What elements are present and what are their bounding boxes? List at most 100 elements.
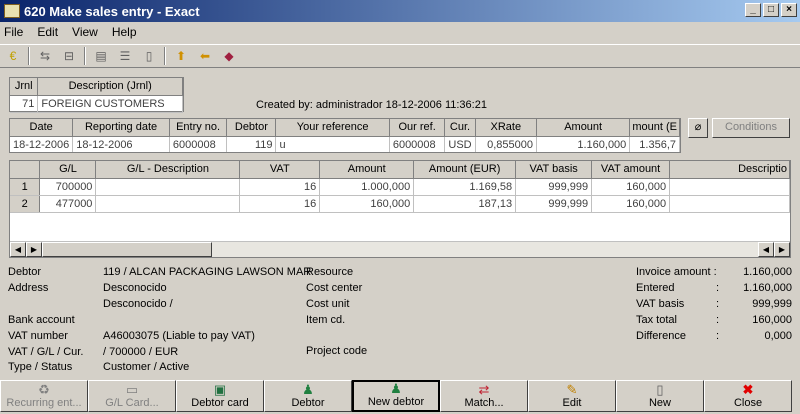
- scroll-step-icon[interactable]: ▶: [26, 242, 42, 257]
- table-row[interactable]: 1 700000 16 1.000,000 1.169,58 999,999 1…: [10, 178, 790, 196]
- debtor-label: Debtor: [8, 266, 42, 278]
- edit-button[interactable]: ✎ Edit: [528, 380, 616, 412]
- debtor-value: 119 / ALCAN PACKAGING LAWSON MAR: [103, 266, 312, 278]
- entry-currency[interactable]: USD: [444, 136, 476, 152]
- button-label: G/L Card...: [105, 397, 159, 409]
- conditions-button[interactable]: Conditions: [712, 118, 790, 138]
- scrollbar-thumb[interactable]: [42, 242, 212, 257]
- line-vat-amount[interactable]: 160,000: [591, 178, 671, 196]
- journal-number[interactable]: 71: [10, 95, 39, 113]
- line-vat-basis[interactable]: 999,999: [515, 195, 593, 213]
- entry-header: Reporting date: [72, 119, 170, 137]
- line-description[interactable]: [669, 178, 790, 196]
- close-window-button[interactable]: ×: [781, 3, 797, 17]
- resource-label: Resource: [306, 266, 354, 278]
- menu-bar: File Edit View Help: [0, 22, 800, 42]
- line-description[interactable]: [669, 195, 790, 213]
- cost-unit-label: Cost unit: [306, 298, 350, 310]
- close-icon: ✖: [742, 382, 754, 397]
- recurring-icon: ♻: [38, 382, 50, 397]
- entry-header: Your reference: [275, 119, 390, 137]
- line-vat[interactable]: 16: [239, 178, 321, 196]
- entry-header: Debtor: [226, 119, 277, 137]
- line-gl[interactable]: 477000: [39, 195, 97, 213]
- entry-date[interactable]: 18-12-2006: [10, 136, 74, 152]
- button-label: Match...: [464, 397, 504, 409]
- transfer-icon[interactable]: ⇆: [36, 47, 54, 65]
- line-amount[interactable]: 1.000,000: [319, 178, 415, 196]
- address-value-2: Desconocido /: [103, 298, 173, 310]
- type-status-value: Customer / Active: [103, 361, 190, 373]
- line-vat-basis[interactable]: 999,999: [515, 178, 593, 196]
- recurring-entries-button[interactable]: ♻ Recurring ent...: [0, 380, 88, 412]
- list-icon[interactable]: ☰: [116, 47, 134, 65]
- entry-header: Amount: [536, 119, 631, 137]
- line-amount[interactable]: 160,000: [319, 195, 415, 213]
- document-icon[interactable]: ▤: [92, 47, 110, 65]
- book-icon[interactable]: ◆: [220, 47, 238, 65]
- new-debtor-button[interactable]: ♟ New debtor: [352, 380, 440, 412]
- entry-amount[interactable]: 1.160,000: [536, 136, 631, 152]
- person-icon: ♟: [302, 382, 314, 397]
- entry-debtor[interactable]: 119: [226, 136, 277, 152]
- lines-header: Descriptio: [669, 161, 790, 179]
- menu-edit[interactable]: Edit: [37, 25, 58, 39]
- entry-your-reference[interactable]: u: [275, 136, 390, 152]
- entered-value: 1.160,000: [743, 282, 792, 294]
- split-icon[interactable]: ⊟: [60, 47, 78, 65]
- line-amount-eur[interactable]: 1.169,58: [413, 178, 517, 196]
- scroll-right-icon[interactable]: ▶: [774, 242, 790, 257]
- line-gl[interactable]: 700000: [39, 178, 97, 196]
- line-gl-description[interactable]: [95, 178, 241, 196]
- lines-header-corner: [10, 161, 41, 179]
- entry-header: Date: [10, 119, 74, 137]
- menu-view[interactable]: View: [72, 25, 98, 39]
- vat-gl-cur-value: / 700000 / EUR: [103, 346, 179, 358]
- entry-reporting-date[interactable]: 18-12-2006: [72, 136, 170, 152]
- lines-header: VAT: [239, 161, 321, 179]
- horizontal-scrollbar[interactable]: ◀ ▶ ◀ ▶: [10, 241, 790, 257]
- arrow-up-icon[interactable]: ⬆: [172, 47, 190, 65]
- vat-basis-label: VAT basis: [636, 298, 685, 310]
- entry-our-ref[interactable]: 6000008: [389, 136, 446, 152]
- row-number[interactable]: 2: [10, 195, 41, 213]
- scroll-step-back-icon[interactable]: ◀: [758, 242, 774, 257]
- button-label: New: [648, 397, 671, 409]
- lines-header: Amount: [319, 161, 415, 179]
- entry-number[interactable]: 6000008: [169, 136, 228, 152]
- line-gl-description[interactable]: [95, 195, 241, 213]
- attachment-button[interactable]: ⌀: [688, 118, 708, 138]
- menu-help[interactable]: Help: [112, 25, 137, 39]
- debtor-card-button[interactable]: ▣ Debtor card: [176, 380, 264, 412]
- page-icon[interactable]: ▯: [140, 47, 158, 65]
- lines-header: G/L - Description: [95, 161, 241, 179]
- app-icon: [4, 4, 20, 18]
- row-number[interactable]: 1: [10, 178, 41, 196]
- difference-label: Difference: [636, 330, 686, 342]
- line-vat-amount[interactable]: 160,000: [591, 195, 671, 213]
- new-document-icon: ▯: [656, 382, 664, 397]
- match-button[interactable]: ⇄ Match...: [440, 380, 528, 412]
- journal-header: Description (Jrnl): [37, 78, 183, 96]
- table-row[interactable]: 2 477000 16 160,000 187,13 999,999 160,0…: [10, 195, 790, 213]
- difference-separator: :: [716, 330, 720, 342]
- entry-grid: Date Reporting date Entry no. Debtor You…: [9, 118, 681, 153]
- entry-xrate[interactable]: 0,855000: [475, 136, 538, 152]
- minimize-button[interactable]: _: [745, 3, 761, 17]
- bank-account-label: Bank account: [8, 314, 75, 326]
- scroll-left-icon[interactable]: ◀: [10, 242, 26, 257]
- maximize-button[interactable]: □: [763, 3, 779, 17]
- arrow-back-icon[interactable]: ⬅: [196, 47, 214, 65]
- line-vat[interactable]: 16: [239, 195, 321, 213]
- vat-basis-separator: :: [716, 298, 720, 310]
- gl-card-button[interactable]: ▭ G/L Card...: [88, 380, 176, 412]
- debtor-button[interactable]: ♟ Debtor: [264, 380, 352, 412]
- card-icon: ▭: [125, 382, 139, 397]
- line-amount-eur[interactable]: 187,13: [413, 195, 517, 213]
- currency-icon[interactable]: €: [4, 47, 22, 65]
- close-button[interactable]: ✖ Close: [704, 380, 792, 412]
- new-button[interactable]: ▯ New: [616, 380, 704, 412]
- journal-description[interactable]: FOREIGN CUSTOMERS: [37, 95, 183, 113]
- entry-amount-eur[interactable]: 1.356,7: [629, 136, 680, 152]
- menu-file[interactable]: File: [4, 25, 23, 39]
